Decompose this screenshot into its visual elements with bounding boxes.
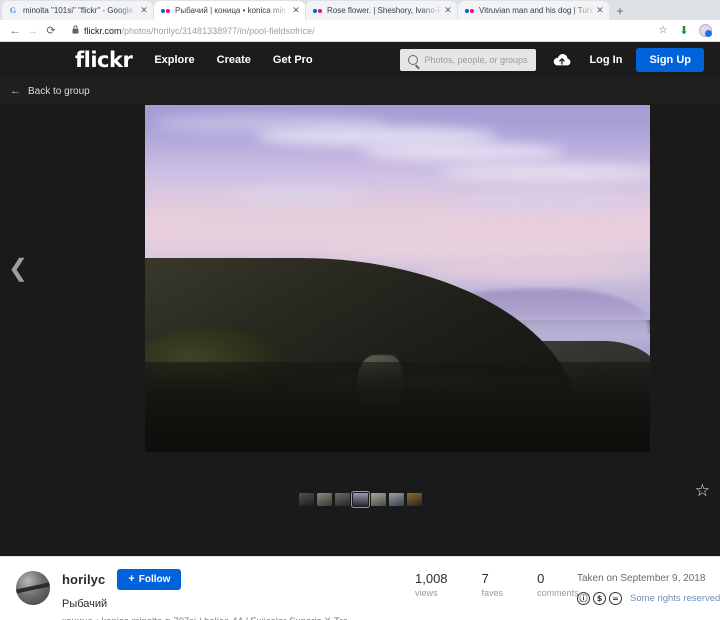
photo-cloud [362, 143, 565, 161]
browser-tab-1[interactable]: G minolta "101si" "flickr" - Google ✕ [2, 1, 153, 20]
download-icon[interactable]: ⬇ [675, 22, 693, 40]
license-link[interactable]: Some rights reserved [630, 593, 720, 604]
flickr-dots-icon [464, 6, 474, 16]
close-icon[interactable]: ✕ [291, 6, 301, 15]
photo-tags[interactable]: коница • konica minolta α-707si / helios… [62, 616, 348, 620]
owner-username[interactable]: horilyc [62, 572, 105, 587]
thumbnail-item[interactable] [370, 492, 386, 506]
stat-views-label: views [415, 588, 438, 599]
reload-icon[interactable]: ⟳ [42, 22, 60, 40]
google-icon: G [8, 6, 18, 16]
photo-foreground-shadow [145, 361, 650, 452]
photo-canvas [145, 105, 650, 452]
profile-avatar-icon[interactable] [696, 22, 714, 40]
stat-faves-label: faves [481, 588, 504, 599]
photo-cloud [321, 240, 625, 258]
favorite-star-icon[interactable]: ☆ [695, 482, 710, 499]
arrow-left-icon: ← [10, 85, 21, 97]
browser-tab-3-title: Rose flower. | Sheshory, Ivano-Fr [327, 6, 443, 15]
stat-comments-label: comments [537, 588, 579, 599]
upload-cloud-icon[interactable] [553, 51, 571, 69]
follow-button[interactable]: + Follow [117, 569, 182, 590]
follow-button-label: Follow [138, 574, 171, 585]
owner-row: horilyc + Follow [62, 569, 348, 590]
owner-column: horilyc + Follow Рыбачий коница • konica… [62, 569, 348, 620]
browser-tab-4-title: Vitruvian man and his dog | Turk [479, 6, 594, 15]
taken-on-date: Taken on September 9, 2018 [577, 573, 706, 584]
plus-icon: + [128, 573, 135, 585]
stat-views-value: 1,008 [415, 571, 448, 586]
browser-tab-1-title: minolta "101si" "flickr" - Google [23, 6, 134, 15]
lock-icon [72, 25, 79, 36]
cc-noderivs-icon[interactable]: = [609, 592, 622, 605]
thumbnail-strip [0, 488, 720, 510]
stat-faves-value: 7 [481, 571, 489, 586]
signup-button[interactable]: Sign Up [636, 48, 704, 72]
browser-toolbar: ← → ⟳ flickr.com/photos/horilyc/31481338… [0, 20, 720, 42]
back-icon[interactable]: ← [6, 22, 24, 40]
search-placeholder: Photos, people, or groups [424, 55, 528, 65]
browser-tab-strip: G minolta "101si" "flickr" - Google ✕ Ры… [0, 0, 720, 20]
new-tab-button[interactable]: + [610, 2, 630, 20]
thumbnail-item[interactable] [334, 492, 350, 506]
nav-link-explore[interactable]: Explore [154, 54, 194, 66]
thumbnail-item-selected[interactable] [350, 490, 370, 508]
nav-link-get-pro[interactable]: Get Pro [273, 54, 313, 66]
flickr-dots-icon [312, 6, 322, 16]
flickr-dots-icon [160, 6, 170, 16]
thumbnail-item[interactable] [316, 492, 332, 506]
browser-tab-2-title: Рыбачий | коница • konica min [175, 6, 286, 15]
close-icon[interactable]: ✕ [443, 6, 453, 15]
stat-views: 1,008 views [415, 571, 448, 598]
taken-on-block: Taken on September 9, 2018 ⓘ $ = Some ri… [577, 573, 720, 605]
thumbnail-item[interactable] [388, 492, 404, 506]
photo-info-bar: horilyc + Follow Рыбачий коница • konica… [0, 556, 720, 620]
browser-tab-3[interactable]: Rose flower. | Sheshory, Ivano-Fr ✕ [306, 1, 457, 20]
thumbnail-item[interactable] [406, 492, 422, 506]
flickr-logo[interactable]: flickr [75, 48, 133, 72]
main-photo[interactable] [145, 105, 650, 452]
photo-cloud [150, 157, 322, 171]
photo-title: Рыбачий [62, 598, 108, 610]
back-to-group-bar[interactable]: ← Back to group [0, 78, 720, 104]
search-icon [408, 55, 419, 65]
upload-cloud-glyph [554, 53, 571, 66]
license-row: ⓘ $ = Some rights reserved [577, 592, 720, 605]
close-icon[interactable]: ✕ [595, 6, 605, 15]
previous-photo-chevron-icon[interactable]: ❮ [8, 256, 28, 280]
close-icon[interactable]: ✕ [139, 6, 149, 15]
back-to-group-label: Back to group [28, 85, 90, 97]
browser-tab-2[interactable]: Рыбачий | коница • konica min ✕ [154, 1, 305, 20]
browser-tab-4[interactable]: Vitruvian man and his dog | Turk ✕ [458, 1, 609, 20]
address-bar[interactable]: flickr.com/photos/horilyc/31481338977/in… [66, 23, 643, 39]
forward-icon[interactable]: → [24, 22, 42, 40]
google-g-glyph: G [9, 6, 17, 15]
search-input[interactable]: Photos, people, or groups [400, 49, 537, 71]
url-path: /photos/horilyc/31481338977/in/pool-fiel… [121, 25, 315, 36]
thumbnail-item[interactable] [298, 492, 314, 506]
bookmark-star-icon[interactable]: ☆ [654, 22, 672, 40]
stat-comments: 0 comments [537, 571, 579, 598]
photo-stage: ❮ ☆ [0, 104, 720, 556]
cc-noncommercial-icon[interactable]: $ [593, 592, 606, 605]
stat-comments-value: 0 [537, 571, 545, 586]
cc-attribution-icon[interactable]: ⓘ [577, 592, 590, 605]
nav-link-create[interactable]: Create [217, 54, 251, 66]
login-button[interactable]: Log In [589, 54, 622, 66]
avatar[interactable] [16, 571, 50, 605]
photo-cloud [448, 195, 650, 210]
lock-glyph [72, 25, 79, 34]
url-domain: flickr.com [84, 25, 122, 36]
address-bar-url: flickr.com/photos/horilyc/31481338977/in… [84, 26, 315, 36]
flickr-header: flickr Explore Create Get Pro Photos, pe… [0, 42, 720, 78]
stat-faves: 7 faves [482, 571, 504, 598]
